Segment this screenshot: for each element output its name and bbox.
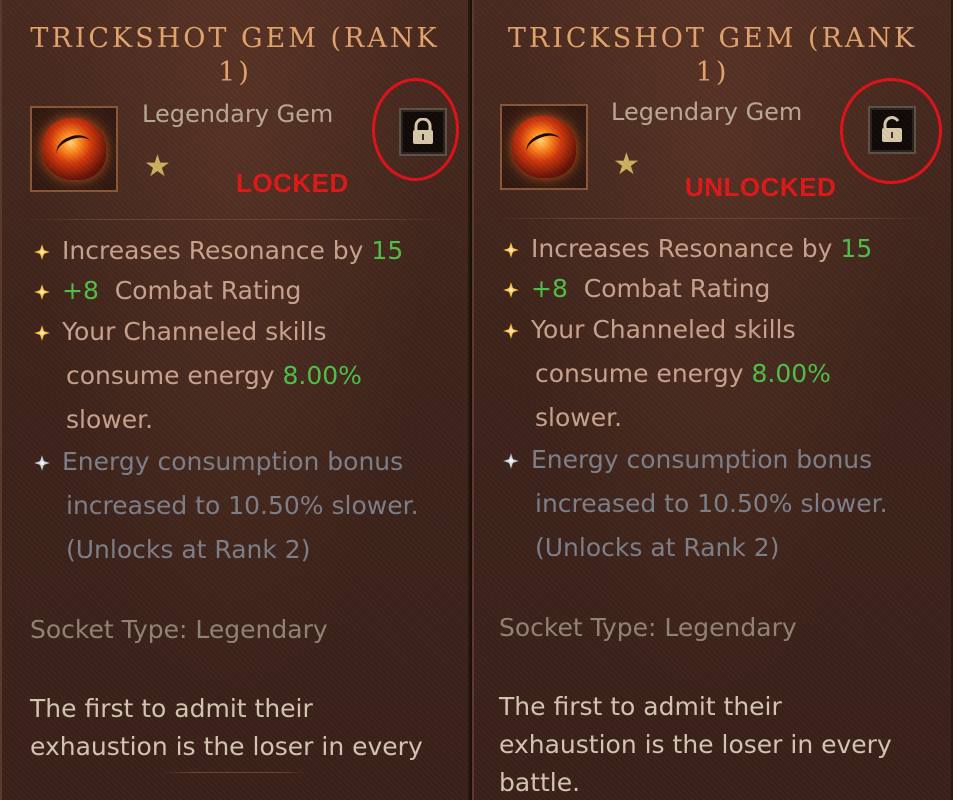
diamond-bullet-icon	[34, 284, 50, 300]
status-label: LOCKED	[236, 168, 349, 198]
affix-combat-rating: +8 Combat Rating	[501, 267, 931, 311]
item-tooltip-unlocked: Trickshot Gem (Rank 1) Legendary Gem ★ U…	[472, 0, 953, 800]
gem-icon-frame	[30, 106, 118, 192]
rank-bonus: Energy consumption bonus increased to 10…	[501, 438, 931, 570]
diamond-bullet-icon	[34, 325, 50, 341]
diamond-bullet-icon	[503, 282, 519, 298]
diamond-bullet-icon	[503, 242, 519, 258]
socket-type: Socket Type: Legendary	[30, 615, 328, 644]
divider	[162, 772, 308, 773]
grey-diamond-bullet-icon	[34, 455, 50, 471]
flavor-text: The first to admit their exhaustion is t…	[499, 692, 892, 797]
affix-resonance: Increases Resonance by 15	[501, 227, 931, 271]
diamond-bullet-icon	[503, 323, 519, 339]
flavor-text: The first to admit their exhaustion is t…	[30, 694, 423, 761]
gem-icon-frame	[500, 104, 588, 190]
divider	[492, 218, 933, 219]
divider	[20, 219, 450, 220]
status-label: UNLOCKED	[685, 172, 837, 202]
gem-icon	[512, 116, 576, 178]
affix-channeled: Your Channeled skills consume energy 8.0…	[501, 308, 931, 440]
item-title: Trickshot Gem (Rank 1)	[30, 23, 440, 88]
highlight-circle	[840, 78, 942, 184]
socket-type: Socket Type: Legendary	[499, 613, 797, 642]
star-icon: ★	[144, 149, 171, 184]
item-subtype: Legendary Gem	[142, 100, 334, 128]
diamond-bullet-icon	[34, 244, 50, 260]
star-icon: ★	[613, 147, 640, 182]
rank-bonus: Energy consumption bonus increased to 10…	[32, 440, 448, 572]
item-tooltip-locked: Trickshot Gem (Rank 1) Legendary Gem ★ L…	[0, 0, 470, 800]
affix-resonance: Increases Resonance by 15	[32, 229, 448, 273]
grey-diamond-bullet-icon	[503, 453, 519, 469]
affix-channeled: Your Channeled skills consume energy 8.0…	[32, 310, 448, 442]
item-subtype: Legendary Gem	[611, 98, 803, 126]
affix-combat-rating: +8 Combat Rating	[32, 269, 448, 313]
gem-icon	[42, 118, 106, 180]
highlight-circle	[372, 78, 459, 181]
